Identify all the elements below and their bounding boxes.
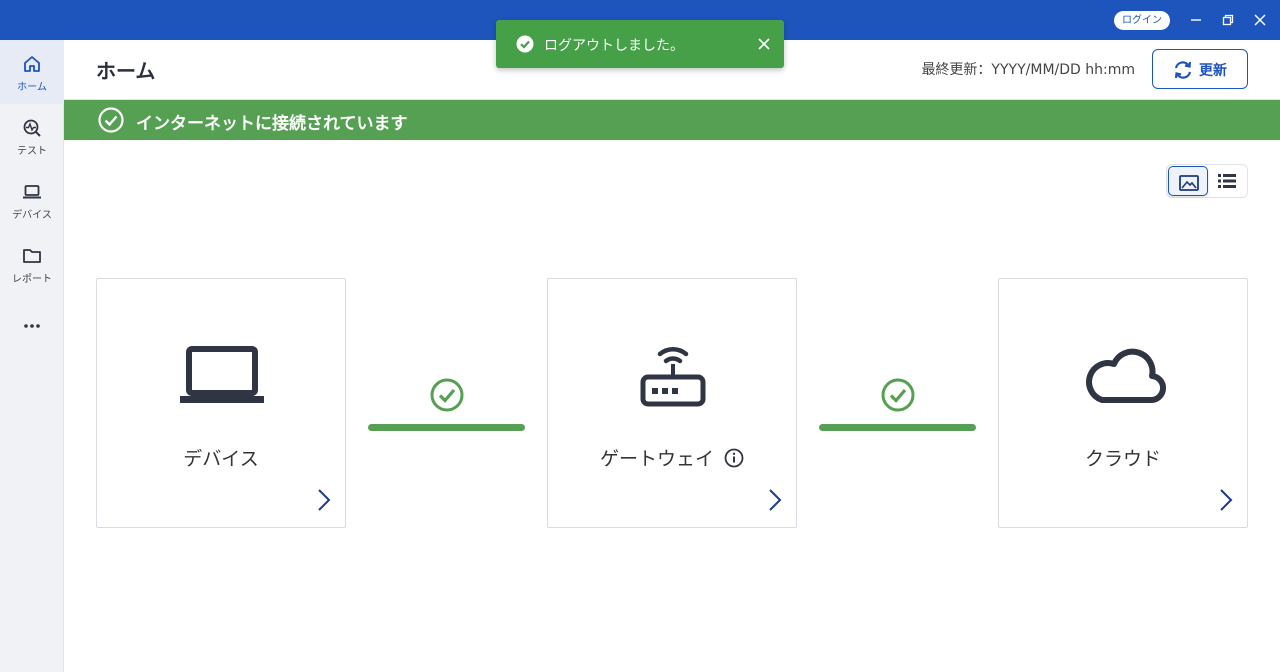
minimize-icon[interactable] xyxy=(1186,10,1206,30)
list-view-icon xyxy=(1218,174,1236,188)
login-button[interactable]: ログイン xyxy=(1114,11,1170,30)
refresh-icon xyxy=(1174,61,1192,79)
sidebar-item-label: デバイス xyxy=(12,210,52,221)
close-window-icon[interactable] xyxy=(1250,10,1270,30)
check-circle-icon xyxy=(516,35,534,53)
close-icon[interactable] xyxy=(756,36,772,52)
sidebar-item-label: テスト xyxy=(17,146,47,157)
laptop-icon xyxy=(23,185,41,199)
connection-status-banner: インターネットに接続されています xyxy=(64,100,1280,140)
check-circle-icon xyxy=(98,107,124,133)
refresh-label: 更新 xyxy=(1199,63,1227,79)
view-toggle xyxy=(1166,164,1248,198)
sidebar-item-device[interactable]: デバイス xyxy=(0,168,64,232)
cloud-card-label: クラウド xyxy=(1084,448,1161,470)
folder-icon xyxy=(23,249,41,263)
sidebar-item-label: レポート xyxy=(12,274,52,285)
logout-toast: ログアウトしました。 xyxy=(496,20,784,68)
cloud-icon xyxy=(1086,348,1166,404)
chevron-right-icon xyxy=(1220,489,1233,511)
sidebar-item-test[interactable]: テスト xyxy=(0,104,64,168)
more-icon xyxy=(24,324,40,328)
restore-icon[interactable] xyxy=(1218,10,1238,30)
connection-bar xyxy=(368,424,525,431)
chevron-right-icon xyxy=(318,489,331,511)
gateway-label-text: ゲートウェイ xyxy=(599,448,714,470)
device-card[interactable]: デバイス xyxy=(96,278,346,528)
connection-ok-icon xyxy=(881,378,915,412)
image-view-icon xyxy=(1179,175,1199,191)
router-icon xyxy=(640,346,706,407)
sidebar-item-report[interactable]: レポート xyxy=(0,232,64,296)
laptop-icon xyxy=(180,346,264,403)
last-updated-text: 最終更新：YYYY/MM/DD hh:mm xyxy=(921,62,1135,78)
device-card-label: デバイス xyxy=(183,448,259,470)
sidebar-more[interactable] xyxy=(0,296,64,360)
sidebar: ホーム テスト デバイス レポート xyxy=(0,40,64,672)
image-view-button[interactable] xyxy=(1168,166,1208,196)
connection-status-text: インターネットに接続されています xyxy=(136,114,408,134)
chevron-right-icon xyxy=(769,489,782,511)
home-icon xyxy=(24,56,40,72)
list-view-button[interactable] xyxy=(1207,165,1247,197)
sidebar-item-label: ホーム xyxy=(17,82,47,93)
gateway-card-label: ゲートウェイ xyxy=(548,444,796,471)
page-title: ホーム xyxy=(96,59,156,83)
sidebar-item-home[interactable]: ホーム xyxy=(0,40,64,104)
cloud-card[interactable]: クラウド xyxy=(998,278,1248,528)
toast-message: ログアウトしました。 xyxy=(544,38,684,54)
test-icon xyxy=(23,119,41,137)
gateway-card[interactable]: ゲートウェイ xyxy=(547,278,797,528)
refresh-button[interactable]: 更新 xyxy=(1152,49,1248,89)
connection-ok-icon xyxy=(430,378,464,412)
connection-bar xyxy=(819,424,976,431)
info-icon[interactable] xyxy=(724,448,744,468)
